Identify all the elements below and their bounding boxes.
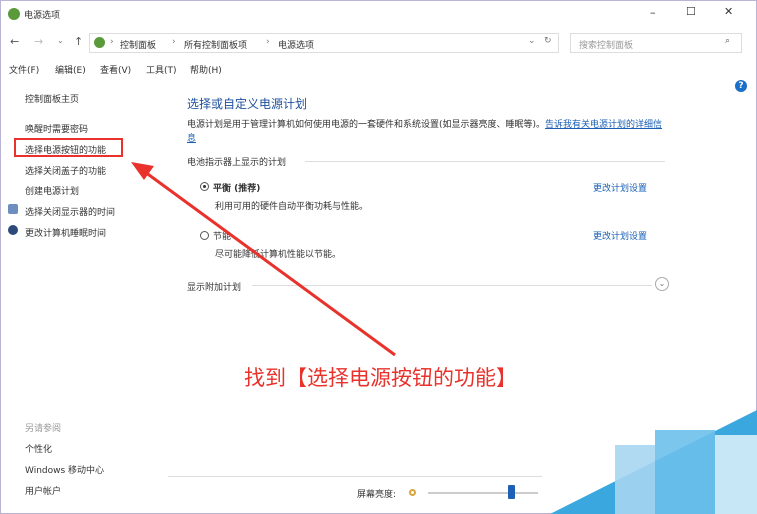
annotation-arrow — [131, 162, 396, 357]
annotation-text: 找到【选择电源按钮的功能】 — [244, 366, 517, 390]
